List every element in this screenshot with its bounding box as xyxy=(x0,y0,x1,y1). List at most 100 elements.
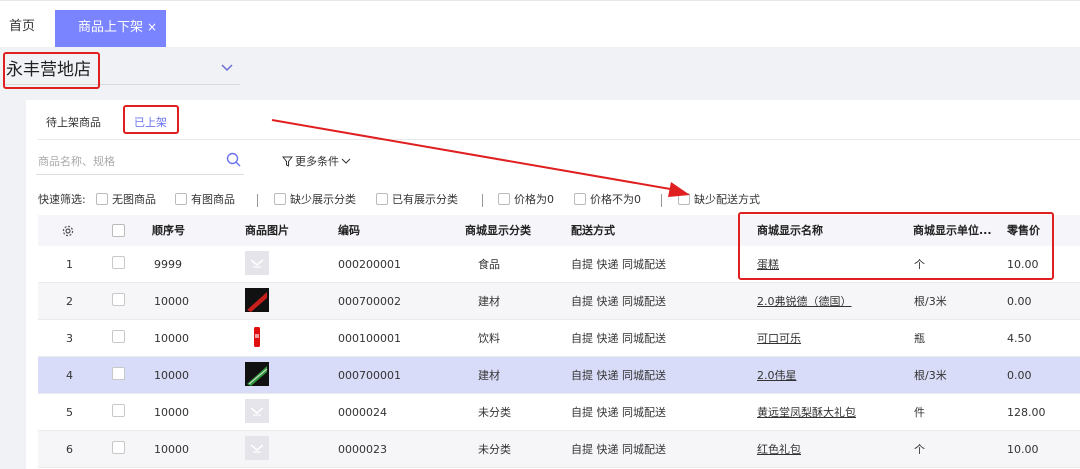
row-delivery: 自提 快递 同城配送 xyxy=(571,295,666,308)
row-code: 000200001 xyxy=(338,258,401,271)
chevron-down-icon[interactable] xyxy=(219,62,235,74)
row-index: 3 xyxy=(66,332,73,345)
row-index: 1 xyxy=(66,258,73,271)
checkbox[interactable] xyxy=(274,193,286,205)
row-unit: 瓶 xyxy=(914,332,925,345)
tab-pending[interactable]: 待上架商品 xyxy=(46,115,101,131)
column-header-order[interactable]: 顺序号 xyxy=(152,215,185,246)
filter-price-zero[interactable]: 价格为0 xyxy=(498,192,554,208)
select-all-checkbox[interactable] xyxy=(112,224,125,237)
row-display-name[interactable]: 黄远堂凤梨酥大礼包 xyxy=(757,394,856,431)
filter-missing-category[interactable]: 缺少展示分类 xyxy=(274,192,356,208)
search-input[interactable]: 商品名称、规格 xyxy=(38,153,115,169)
tab-label: 商品上下架 xyxy=(78,20,144,35)
row-index: 4 xyxy=(66,369,73,382)
row-code: 000700002 xyxy=(338,295,401,308)
filter-has-category[interactable]: 已有展示分类 xyxy=(376,192,458,208)
row-unit: 根/3米 xyxy=(914,369,947,382)
row-order: 10000 xyxy=(154,295,189,308)
tab-close-icon[interactable]: × xyxy=(147,20,157,34)
filter-price-nonzero[interactable]: 价格不为0 xyxy=(574,192,641,208)
row-checkbox[interactable] xyxy=(112,404,125,417)
filter-icon xyxy=(282,156,293,167)
product-image[interactable] xyxy=(245,362,269,386)
tab-bar: 首页 商品上下架 × xyxy=(0,0,1080,48)
row-display-name[interactable]: 2.0伟星 xyxy=(757,357,797,394)
column-header-delivery[interactable]: 配送方式 xyxy=(571,215,615,246)
row-checkbox[interactable] xyxy=(112,367,125,380)
row-checkbox[interactable] xyxy=(112,441,125,454)
checkbox[interactable] xyxy=(574,193,586,205)
row-index: 5 xyxy=(66,406,73,419)
settings-gear-icon[interactable] xyxy=(62,225,74,237)
row-index: 6 xyxy=(66,443,73,456)
row-delivery: 自提 快递 同城配送 xyxy=(571,406,666,419)
row-category: 建材 xyxy=(478,369,500,382)
filter-separator xyxy=(482,194,483,207)
row-delivery: 自提 快递 同城配送 xyxy=(571,332,666,345)
row-delivery: 自提 快递 同城配送 xyxy=(571,369,666,382)
product-image[interactable] xyxy=(245,325,269,349)
store-bar xyxy=(0,47,1080,95)
row-category: 未分类 xyxy=(478,406,511,419)
filter-has-image[interactable]: 有图商品 xyxy=(175,192,235,208)
quick-filter-label: 快速筛选: xyxy=(38,193,86,206)
row-index: 2 xyxy=(66,295,73,308)
column-header-image[interactable]: 商品图片 xyxy=(245,215,289,246)
row-code: 0000024 xyxy=(338,406,387,419)
row-display-name[interactable]: 可口可乐 xyxy=(757,320,801,357)
search-underline xyxy=(36,174,244,175)
product-image[interactable] xyxy=(245,399,269,423)
row-display-name[interactable]: 2.0弗锐德（德国） xyxy=(757,283,852,320)
column-header-code[interactable]: 编码 xyxy=(338,215,360,246)
row-checkbox[interactable] xyxy=(112,256,125,269)
table-row[interactable]: 6 10000 0000023 未分类 自提 快递 同城配送 红色礼包 个 10.00 xyxy=(38,431,1080,468)
row-unit: 根/3米 xyxy=(914,295,947,308)
product-image[interactable] xyxy=(245,251,269,275)
table-row[interactable]: 2 10000 000700002 建材 自提 快递 同城配送 2.0弗锐德（德国） 根/3… xyxy=(38,283,1080,320)
checkbox[interactable] xyxy=(376,193,388,205)
row-code: 000100001 xyxy=(338,332,401,345)
row-price: 128.00 xyxy=(1007,406,1046,419)
row-price: 4.50 xyxy=(1007,332,1032,345)
tab-home[interactable]: 首页 xyxy=(0,10,44,48)
more-conditions-button[interactable]: 更多条件 xyxy=(282,153,351,169)
chevron-down-icon xyxy=(341,158,351,164)
more-conditions-label: 更多条件 xyxy=(295,155,339,168)
row-checkbox[interactable] xyxy=(112,293,125,306)
product-image[interactable] xyxy=(245,436,269,460)
filter-no-image[interactable]: 无图商品 xyxy=(96,192,156,208)
row-category: 建材 xyxy=(478,295,500,308)
row-order: 10000 xyxy=(154,406,189,419)
filter-separator xyxy=(257,194,258,207)
table-row[interactable]: 4 10000 000700001 建材 自提 快递 同城配送 2.0伟星 根/3米 0.00 xyxy=(38,357,1080,394)
search-icon[interactable] xyxy=(226,152,241,167)
row-order: 9999 xyxy=(154,258,182,271)
listed-highlight-box xyxy=(123,105,179,134)
row-display-name[interactable]: 红色礼包 xyxy=(757,431,801,468)
row-price: 10.00 xyxy=(1007,443,1039,456)
row-order: 10000 xyxy=(154,369,189,382)
checkbox[interactable] xyxy=(678,193,690,205)
checkbox[interactable] xyxy=(498,193,510,205)
column-header-category[interactable]: 商城显示分类 xyxy=(465,215,531,246)
table-row[interactable]: 3 10000 000100001 饮料 自提 快递 同城配送 可口可乐 瓶 4.50 xyxy=(38,320,1080,357)
columns-highlight-box xyxy=(738,212,1054,280)
row-category: 未分类 xyxy=(478,443,511,456)
checkbox[interactable] xyxy=(175,193,187,205)
product-image[interactable] xyxy=(245,288,269,312)
row-checkbox[interactable] xyxy=(112,330,125,343)
row-order: 10000 xyxy=(154,332,189,345)
tab-product-shelf[interactable]: 商品上下架 × xyxy=(55,10,166,48)
filter-missing-delivery[interactable]: 缺少配送方式 xyxy=(678,192,760,208)
row-delivery: 自提 快递 同城配送 xyxy=(571,443,666,456)
row-code: 0000023 xyxy=(338,443,387,456)
checkbox[interactable] xyxy=(96,193,108,205)
row-unit: 个 xyxy=(914,443,925,456)
row-price: 0.00 xyxy=(1007,369,1032,382)
row-category: 饮料 xyxy=(478,332,500,345)
store-highlight-box xyxy=(3,52,100,89)
row-unit: 件 xyxy=(914,406,925,419)
row-order: 10000 xyxy=(154,443,189,456)
table-row[interactable]: 5 10000 0000024 未分类 自提 快递 同城配送 黄远堂凤梨酥大礼包 件 128.… xyxy=(38,394,1080,431)
